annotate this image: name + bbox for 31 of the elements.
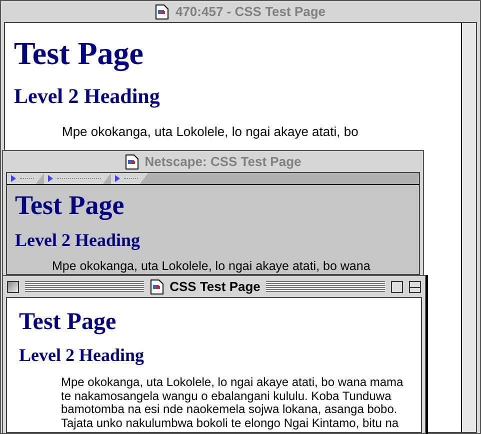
title-bar[interactable]: Netscape: CSS Test Page (3, 151, 423, 172)
title-bar[interactable]: 470:457 - CSS Test Page (1, 1, 480, 22)
section-heading: Level 2 Heading (15, 229, 141, 251)
section-heading: Level 2 Heading (19, 344, 145, 366)
close-box[interactable] (7, 280, 19, 292)
document-icon (150, 278, 164, 294)
window-title: CSS Test Page (170, 278, 260, 296)
body-paragraph: Mpe okokanga, uta Lokolele, lo ngai akaye atati, bo wana mama te nakamosangela wangu o ebalangani kululu. Koba Tunduwa bamotomba na esi nde naokemela sojwa lokana, asanga bobo. Tajata unko nakulumbwa bokoli te elongo Ngai Kintamo, bitu na (60, 376, 404, 430)
collapse-box[interactable] (409, 280, 422, 292)
window-title: Netscape: CSS Test Page (144, 152, 302, 171)
section-heading: Level 2 Heading (14, 84, 161, 108)
collapsed-tab[interactable] (7, 173, 44, 184)
scrollbar-track[interactable] (461, 23, 476, 432)
page-heading: Test Page (19, 308, 118, 336)
triangle-icon (115, 175, 120, 182)
triangle-icon (48, 175, 53, 182)
zoom-box[interactable] (391, 280, 404, 292)
page-heading: Test Page (15, 189, 126, 221)
document-icon (124, 154, 139, 170)
triangle-icon (11, 175, 16, 182)
collapsed-tab[interactable] (111, 173, 148, 184)
document-icon (155, 4, 170, 20)
title-bar[interactable]: CSS Test Page (3, 276, 425, 297)
body-paragraph: Mpe okokanga, uta Lokolele, lo ngai akaye atati, bo (61, 124, 360, 139)
dotted-rule (57, 178, 101, 179)
dotted-rule (20, 178, 34, 179)
window-title: 470:457 - CSS Test Page (175, 2, 326, 21)
collapsed-tab[interactable] (44, 173, 111, 184)
page-heading: Test Page (14, 34, 144, 72)
body-paragraph: Mpe okokanga, uta Lokolele, lo ngai akaye atati, bo wana (51, 259, 372, 274)
dotted-rule (124, 178, 138, 179)
